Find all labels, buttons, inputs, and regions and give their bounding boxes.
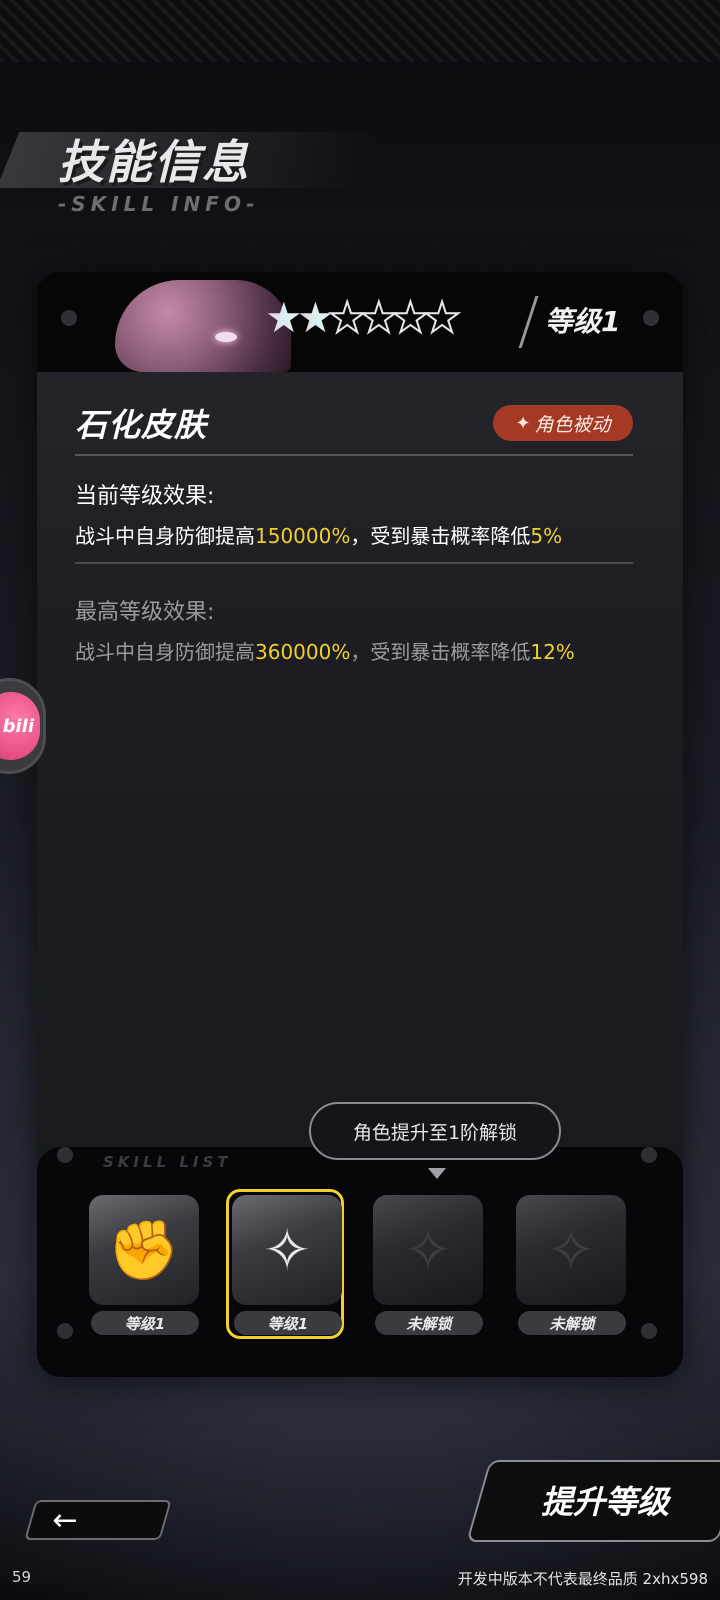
star-rating: ★ ★ ★ ★ ★ ★	[265, 295, 462, 341]
skill-slot-4[interactable]: ✧ 未解锁	[516, 1195, 628, 1343]
page-subtitle: -SKILL INFO-	[58, 192, 260, 216]
shuriken-icon: ✦	[515, 412, 531, 434]
decor-dot	[641, 1147, 657, 1163]
skill-tile: ✧	[373, 1195, 483, 1305]
effect-value: 360000%	[255, 640, 351, 664]
effect-value: 5%	[530, 524, 563, 548]
skill-slot-label: 未解锁	[375, 1311, 483, 1335]
divider	[75, 562, 633, 564]
skill-tile: ✧	[516, 1195, 626, 1305]
divider	[75, 454, 633, 456]
fist-icon: ✊	[107, 1216, 181, 1284]
skill-type-badge: ✦ 角色被动	[493, 405, 633, 441]
effect-value: 150000%	[255, 524, 351, 548]
shield-star-icon: ✧	[403, 1216, 453, 1284]
current-effect-title: 当前等级效果:	[75, 484, 215, 509]
skill-slot-label: 等级1	[91, 1311, 199, 1335]
decor-dot	[57, 1323, 73, 1339]
build-note: 开发中版本不代表最终品质 2xhx598	[457, 1570, 708, 1588]
skill-slot-label: 未解锁	[518, 1311, 626, 1335]
skill-type-label: 角色被动	[534, 413, 611, 436]
max-effect-text: 战斗中自身防御提高360000%，受到暴击概率降低12%	[75, 636, 575, 665]
card-header: ★ ★ ★ ★ ★ ★ 等级1	[37, 272, 683, 372]
skill-slot-2[interactable]: ✧ 等级1	[226, 1189, 344, 1339]
shield-star-icon: ✧	[262, 1216, 312, 1284]
star-empty-icon: ★	[422, 293, 462, 342]
skill-tile: ✊	[89, 1195, 199, 1305]
fps-counter: 59	[12, 1568, 32, 1586]
effect-text: 战斗中自身防御提高	[75, 524, 255, 548]
current-effect-text: 战斗中自身防御提高150000%，受到暴击概率降低5%	[75, 520, 562, 549]
unlock-tooltip: 角色提升至1阶解锁	[309, 1102, 561, 1160]
skill-list-label: SKILL LIST	[103, 1153, 232, 1171]
decor-dot	[641, 1323, 657, 1339]
effect-value: 12%	[530, 640, 575, 664]
character-eye	[215, 332, 237, 342]
tooltip-pointer	[428, 1168, 446, 1179]
shield-star-icon: ✧	[546, 1216, 596, 1284]
skill-slot-3[interactable]: ✧ 未解锁	[373, 1195, 485, 1343]
skill-slot-label: 等级1	[234, 1311, 342, 1335]
skill-list-panel: SKILL LIST ✊ 等级1 ✧ 等级1 ✧ 未解锁 ✧ 未解锁	[37, 1147, 683, 1377]
page-title: 技能信息	[58, 135, 250, 189]
skill-slot-1[interactable]: ✊ 等级1	[89, 1195, 201, 1343]
top-pattern-strip	[0, 0, 720, 62]
effect-text: 战斗中自身防御提高	[75, 640, 255, 664]
decor-dot	[643, 310, 659, 326]
effect-text: ，受到暴击概率降低	[350, 524, 531, 548]
skill-name: 石化皮肤	[75, 406, 208, 444]
back-arrow-icon[interactable]: ←	[40, 1500, 90, 1540]
divider-slash	[518, 296, 539, 348]
decor-dot	[61, 310, 77, 326]
skill-tile: ✧	[232, 1195, 342, 1305]
level-label: 等级1	[545, 305, 621, 338]
upgrade-button-label[interactable]: 提升等级	[500, 1475, 710, 1525]
effect-text: ，受到暴击概率降低	[350, 640, 531, 664]
decor-dot	[57, 1147, 73, 1163]
max-effect-title: 最高等级效果:	[75, 600, 215, 625]
